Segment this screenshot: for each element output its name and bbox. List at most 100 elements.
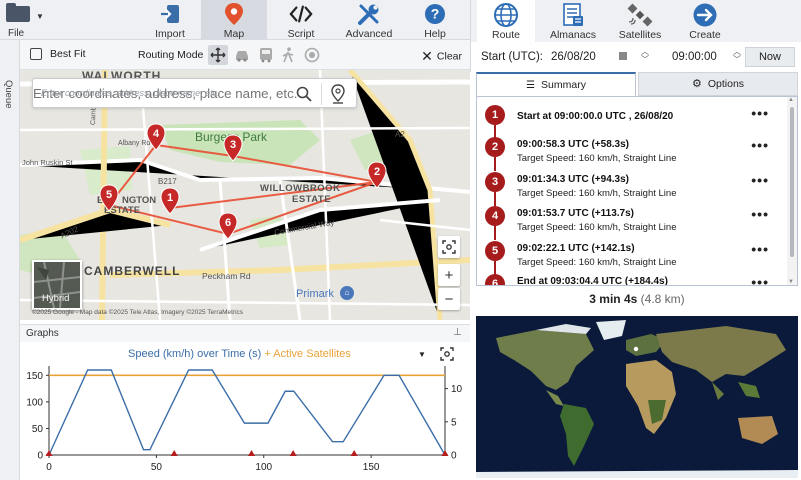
now-button[interactable]: Now: [745, 47, 795, 67]
more-options-icon[interactable]: •••: [751, 241, 769, 257]
best-fit-button[interactable]: Best Fit: [30, 48, 86, 61]
start-time-field[interactable]: 09:00:00: [672, 51, 717, 63]
walk-icon: [282, 47, 294, 63]
search-icon[interactable]: [296, 86, 312, 102]
import-button[interactable]: Import: [140, 0, 200, 40]
zoom-in-button[interactable]: +: [438, 264, 460, 286]
scroll-down-icon[interactable]: ▼: [788, 279, 794, 285]
scroll-up-icon[interactable]: ▲: [788, 97, 794, 103]
y-right-tick-label: 10: [451, 384, 463, 395]
script-label: Script: [287, 28, 315, 40]
list-item[interactable]: 4 09:01:53.7 UTC (+113.7s) Target Speed:…: [477, 204, 783, 240]
waypoint-number-badge: 3: [485, 172, 505, 192]
map-label-a2: A2: [395, 130, 405, 139]
hybrid-layer-button[interactable]: Hybrid: [32, 260, 82, 310]
list-icon: ☰: [526, 80, 536, 91]
waypoint-marker-6[interactable]: 6: [218, 212, 238, 243]
waypoint-detail: Target Speed: 160 km/h, Straight Line: [517, 188, 677, 199]
map-view[interactable]: WALWORTH Burgess Park Albany Rd B217 WIL…: [20, 70, 470, 320]
waypoint-list-scrollbar[interactable]: ▲ ▼: [787, 97, 797, 285]
more-options-icon[interactable]: •••: [751, 137, 769, 153]
scrollbar-thumb[interactable]: [790, 107, 794, 257]
help-button[interactable]: ? Help: [406, 0, 464, 40]
walk-mode-button[interactable]: [278, 45, 298, 65]
bus-icon: [260, 48, 272, 63]
list-item[interactable]: 5 09:02:22.1 UTC (+142.1s) Target Speed:…: [477, 239, 783, 275]
chevron-down-icon[interactable]: ﹀: [641, 56, 649, 64]
chevron-down-icon[interactable]: ﹀: [733, 56, 741, 64]
graphs-panel-header: Graphs ⊥: [20, 324, 470, 342]
waypoint-number-badge: 4: [485, 206, 505, 226]
tab-summary[interactable]: ☰ Summary: [476, 72, 636, 96]
create-label: Create: [689, 29, 721, 41]
clear-button[interactable]: ✕ Clear: [421, 48, 462, 65]
waypoint-marker-3[interactable]: 3: [223, 134, 243, 165]
code-icon: [289, 3, 313, 25]
queue-label: Queue: [3, 80, 14, 109]
zoom-out-button[interactable]: −: [438, 288, 460, 310]
waypoint-marker-2[interactable]: 2: [367, 161, 387, 192]
svg-text:3: 3: [230, 139, 236, 151]
satellites-tab-button[interactable]: Satellites: [609, 0, 671, 42]
waypoint-marker-4[interactable]: 4: [146, 123, 166, 154]
waypoint-title: 09:02:22.1 UTC (+142.1s): [517, 243, 635, 254]
start-date-field[interactable]: 26/08/20: [551, 51, 596, 63]
map-copyright: ©2025 Google - Map data ©2025 Tele Atlas…: [32, 309, 244, 316]
map-label-camberwell: CAMBERWELL: [84, 264, 181, 278]
tab-options[interactable]: ⚙ Options: [638, 72, 798, 96]
car-mode-button[interactable]: [232, 45, 252, 65]
date-spinner[interactable]: ︿ ﹀: [641, 48, 649, 64]
screenshot-icon: [442, 240, 456, 254]
list-item[interactable]: 1 Start at 09:00:00.0 UTC , 26/08/20 •••: [477, 103, 783, 139]
world-map-view[interactable]: [476, 316, 798, 478]
more-options-icon[interactable]: •••: [751, 105, 769, 121]
map-search-box: Enter coordinates, address, place name, …: [32, 78, 357, 108]
map-pin-icon: [222, 3, 246, 25]
file-menu-button[interactable]: ▼ File: [2, 0, 46, 40]
almanacs-tab-button[interactable]: Almanacs: [543, 0, 603, 42]
fit-bounds-icon: [30, 48, 42, 61]
bus-mode-button[interactable]: [256, 45, 276, 65]
waypoint-connector: [494, 226, 496, 240]
map-label-peckham-rd: Peckham Rd: [202, 271, 251, 281]
map-button[interactable]: Map: [201, 0, 267, 40]
create-tab-button[interactable]: Create: [677, 0, 733, 42]
list-item[interactable]: 3 09:01:34.3 UTC (+94.3s) Target Speed: …: [477, 170, 783, 206]
date-picker-icon[interactable]: [619, 52, 627, 60]
locate-button[interactable]: [438, 236, 460, 258]
more-options-icon[interactable]: •••: [751, 172, 769, 188]
queue-panel-tab[interactable]: Queue: [0, 40, 20, 480]
import-label: Import: [155, 28, 185, 40]
waypoint-marker-1[interactable]: 1: [160, 187, 180, 218]
more-options-icon[interactable]: •••: [751, 274, 769, 285]
svg-text:4: 4: [153, 128, 160, 140]
arrows-icon: [210, 47, 226, 63]
shopping-bag-icon[interactable]: ⌂: [340, 286, 354, 300]
svg-text:5: 5: [106, 189, 112, 201]
x-tick-label: 50: [151, 462, 163, 473]
location-pin-icon[interactable]: [330, 84, 346, 104]
list-item[interactable]: 6 End at 09:03:04.4 UTC (+184.4s) •••: [477, 272, 783, 285]
minus-icon: −: [444, 290, 454, 308]
document-icon: [563, 3, 583, 26]
waypoint-marker-triangle: [170, 450, 178, 456]
map-toolbar: Best Fit Routing Mode ✕ Clear: [20, 40, 470, 70]
time-spinner[interactable]: ︿ ﹀: [733, 48, 741, 64]
waypoint-list: 1 Start at 09:00:00.0 UTC , 26/08/20 •••…: [476, 96, 798, 286]
file-label: File: [8, 28, 25, 39]
more-options-icon[interactable]: •••: [751, 206, 769, 222]
advanced-button[interactable]: Advanced: [336, 0, 402, 40]
script-button[interactable]: Script: [270, 0, 332, 40]
straight-line-mode-button[interactable]: [208, 45, 228, 65]
waypoint-detail: Target Speed: 160 km/h, Straight Line: [517, 222, 677, 233]
y-left-tick-label: 0: [37, 451, 43, 462]
list-item[interactable]: 2 09:00:58.3 UTC (+58.3s) Target Speed: …: [477, 135, 783, 171]
route-tab-button[interactable]: Route: [477, 0, 535, 42]
route-duration: 3 min 4s: [589, 292, 638, 306]
speed-series-line: [48, 369, 446, 456]
map-label-willowbrook: WILLOWBROOK: [260, 183, 341, 194]
record-mode-button[interactable]: [302, 45, 322, 65]
waypoint-marker-5[interactable]: 5: [99, 184, 119, 215]
satellite-icon: [627, 3, 653, 27]
pin-icon[interactable]: ⊥: [453, 327, 462, 338]
